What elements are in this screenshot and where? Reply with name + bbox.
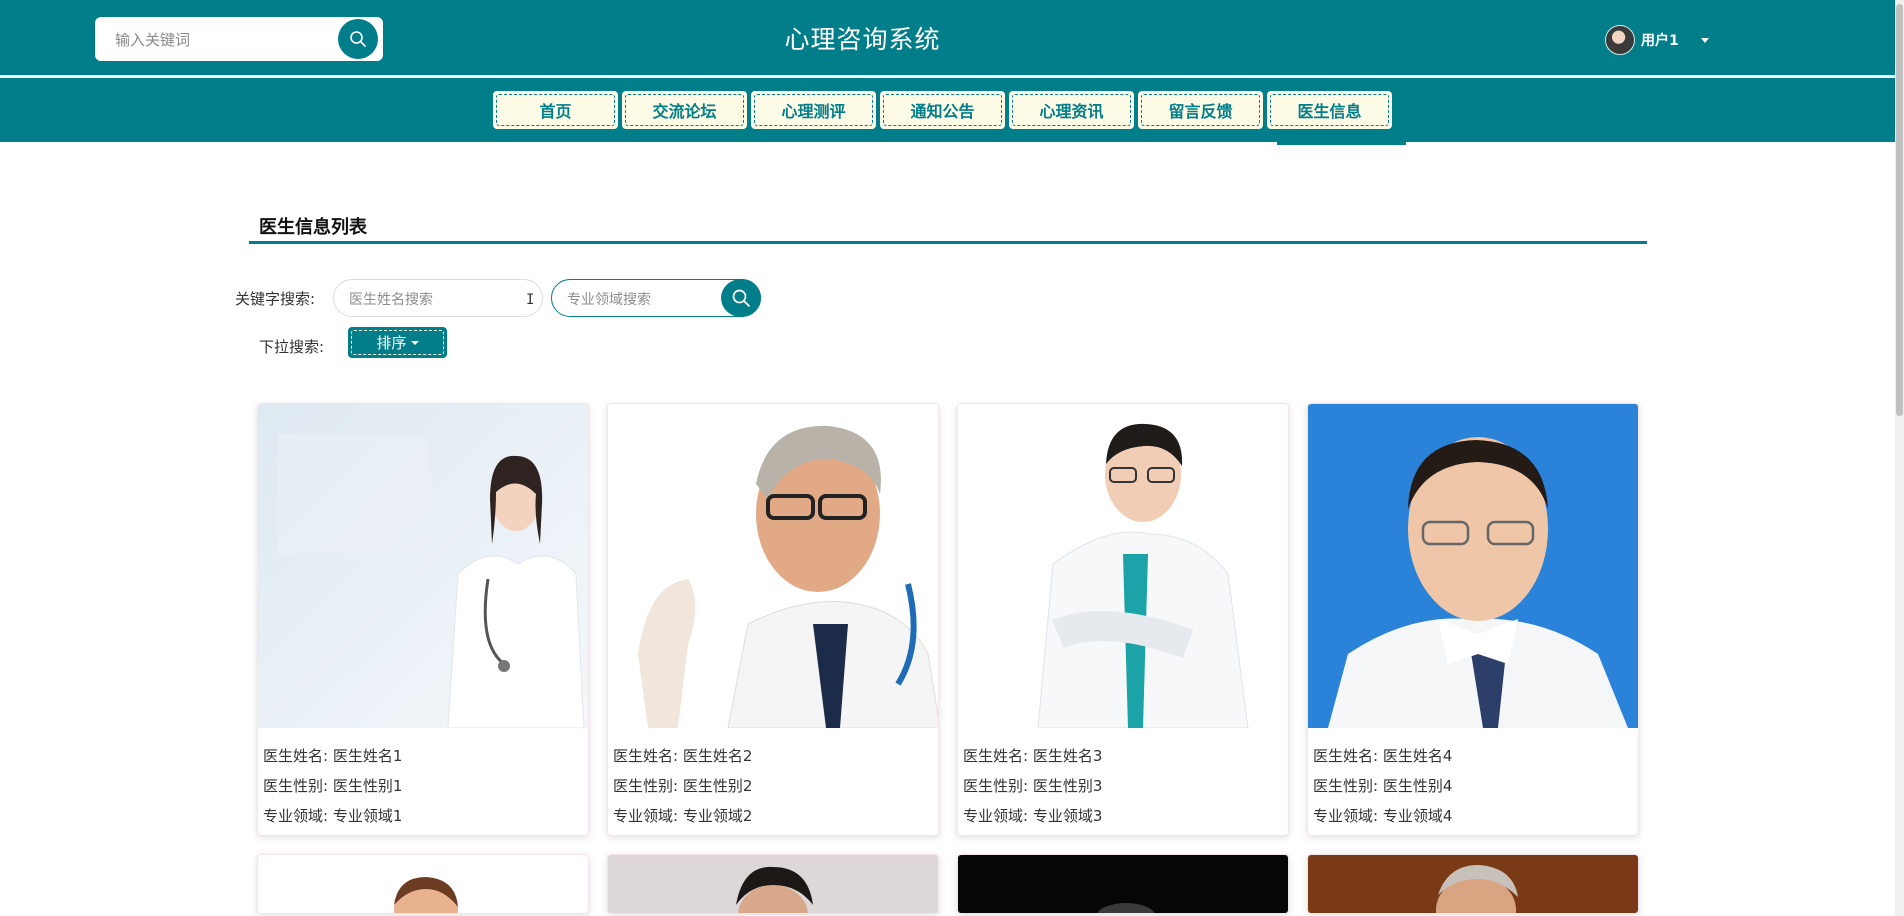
doctor-photo[interactable] [958, 855, 1288, 913]
doctor-photo[interactable] [958, 404, 1288, 728]
doctor-name: 医生姓名: 医生姓名2 [613, 747, 753, 765]
page-title: 医生信息列表 [259, 217, 367, 238]
doctor-gender: 医生性别: 医生性别1 [263, 777, 403, 795]
nav-item-notices[interactable]: 通知公告 [879, 90, 1006, 130]
doctor-photo[interactable] [608, 404, 938, 728]
doctor-photo[interactable] [1308, 855, 1638, 913]
nav-item-news[interactable]: 心理资讯 [1008, 90, 1135, 130]
nav-item-label: 心理资讯 [1039, 102, 1104, 121]
nav-item-home[interactable]: 首页 [492, 90, 619, 130]
doctor-card[interactable]: 医生姓名: 医生姓名1 医生性别: 医生性别1 专业领域: 专业领域1 [257, 403, 589, 836]
sort-dropdown-button[interactable]: 排序 [348, 327, 447, 358]
doctor-gender: 医生性别: 医生性别2 [613, 777, 753, 795]
active-nav-indicator [1277, 142, 1406, 145]
text-cursor-icon: I [526, 292, 535, 308]
doctor-specialty: 专业领域: 专业领域3 [963, 807, 1103, 825]
chevron-down-icon[interactable] [1700, 37, 1709, 43]
user-menu[interactable]: 用户1 [1605, 25, 1709, 55]
site-title: 心理咨询系统 [784, 25, 941, 54]
doctor-card[interactable]: 医生姓名: 医生姓名3 医生性别: 医生性别3 专业领域: 专业领域3 [957, 403, 1289, 836]
specialty-search-input[interactable] [565, 289, 719, 311]
doctor-card[interactable]: 医生姓名: 医生姓名2 医生性别: 医生性别2 专业领域: 专业领域2 [607, 403, 939, 836]
doctor-card[interactable]: 医生姓名: 医生姓名4 医生性别: 医生性别4 专业领域: 专业领域4 [1307, 403, 1639, 836]
doctor-card[interactable] [607, 854, 939, 914]
doctor-photo[interactable] [1308, 404, 1638, 728]
doctor-name: 医生姓名: 医生姓名1 [263, 747, 403, 765]
nav-item-label: 首页 [539, 102, 572, 121]
sort-label: 排序 [376, 334, 407, 352]
nav-item-label: 医生信息 [1297, 102, 1362, 121]
doctor-gender: 医生性别: 医生性别4 [1313, 777, 1453, 795]
nav-item-feedback[interactable]: 留言反馈 [1137, 90, 1264, 130]
scrollbar-thumb[interactable] [1896, 4, 1903, 416]
title-divider [249, 241, 1647, 244]
nav-item-label: 留言反馈 [1168, 102, 1233, 121]
doctor-photo[interactable] [258, 404, 588, 728]
nav-item-label: 通知公告 [910, 102, 975, 121]
nav-item-label: 交流论坛 [652, 102, 717, 121]
doctor-card[interactable] [257, 854, 589, 914]
doctor-name-field[interactable] [333, 279, 543, 317]
doctor-specialty: 专业领域: 专业领域1 [263, 807, 403, 825]
dropdown-search-label: 下拉搜索: [259, 338, 325, 356]
doctor-name: 医生姓名: 医生姓名4 [1313, 747, 1453, 765]
doctor-specialty: 专业领域: 专业领域4 [1313, 807, 1453, 825]
nav-item-label: 心理测评 [781, 102, 846, 121]
filter-search-button[interactable] [721, 279, 761, 317]
nav-item-forum[interactable]: 交流论坛 [621, 90, 748, 130]
doctor-photo[interactable] [258, 855, 588, 913]
doctor-card[interactable] [957, 854, 1289, 914]
user-name[interactable]: 用户1 [1641, 30, 1679, 50]
doctor-name: 医生姓名: 医生姓名3 [963, 747, 1103, 765]
main-nav: 首页 交流论坛 心理测评 通知公告 心理资讯 留言反馈 医生信息 [0, 78, 1904, 142]
doctor-name-search-input[interactable] [347, 289, 501, 311]
nav-item-doctors[interactable]: 医生信息 [1266, 90, 1393, 130]
doctor-gender: 医生性别: 医生性别3 [963, 777, 1103, 795]
doctor-photo[interactable] [608, 855, 938, 913]
top-header: 心理咨询系统 用户1 [0, 0, 1904, 76]
keyword-search-label: 关键字搜索: [235, 290, 316, 308]
search-icon [732, 289, 750, 307]
avatar[interactable] [1605, 25, 1635, 55]
nav-item-assessment[interactable]: 心理测评 [750, 90, 877, 130]
doctor-card[interactable] [1307, 854, 1639, 914]
caret-down-icon [410, 340, 419, 345]
doctor-specialty: 专业领域: 专业领域2 [613, 807, 753, 825]
